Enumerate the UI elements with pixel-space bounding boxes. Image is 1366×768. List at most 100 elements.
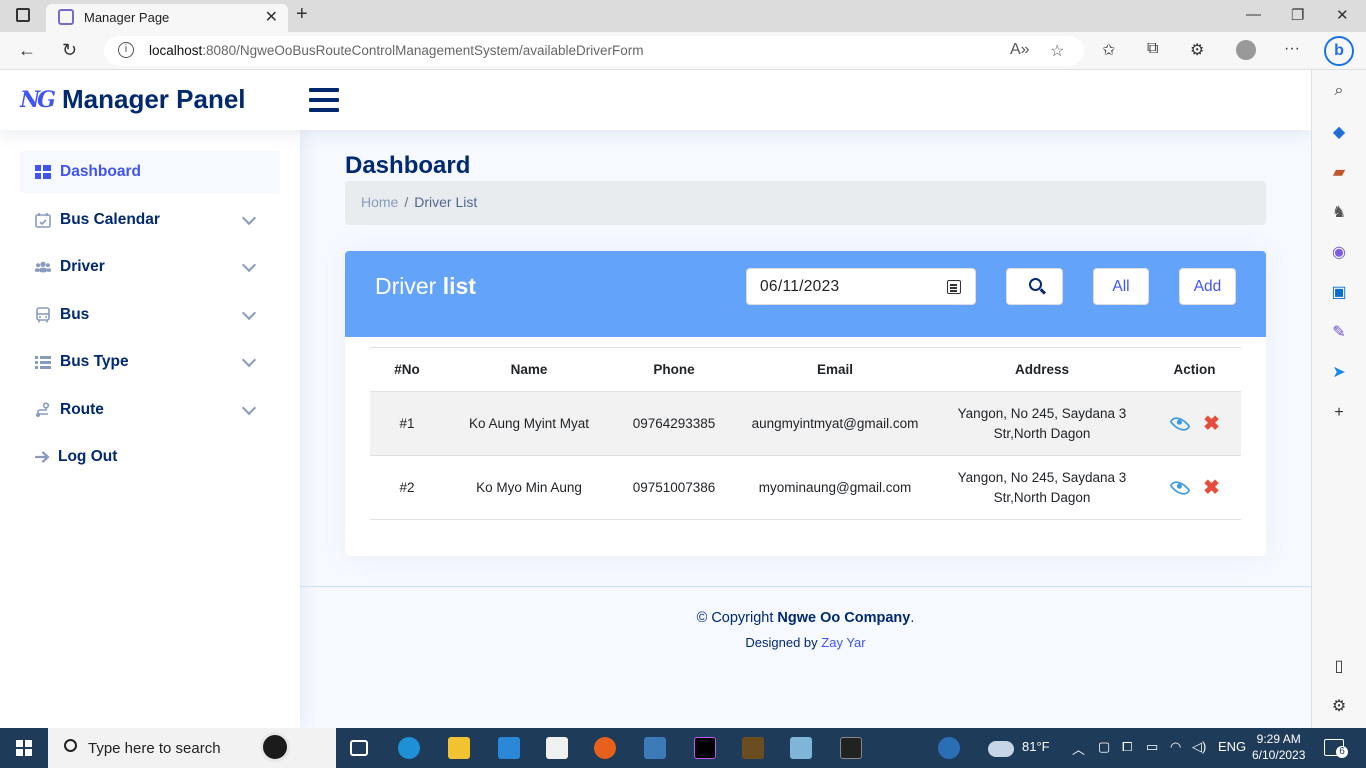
sidebar: Dashboard Bus Calendar Driver Bus Bus Ty…	[0, 130, 300, 728]
back-icon[interactable]: ←	[18, 40, 36, 61]
battery-icon[interactable]: ▭	[1146, 739, 1158, 755]
cell-address: Yangon, No 245, Saydana 3 Str,North Dago…	[936, 391, 1148, 456]
cell-name: Ko Myo Min Aung	[444, 455, 614, 520]
edge-sidebar: ⌕ ◆ ▰ ♞ ◉ ▣ ✎ ➤ + ▯ ⚙	[1311, 70, 1366, 728]
task-view-icon[interactable]	[350, 740, 368, 756]
tray-device-icon[interactable]: ▢	[1098, 739, 1110, 755]
settings-gear-icon[interactable]: ⚙	[1329, 696, 1349, 716]
column-header: Name	[444, 347, 614, 392]
sidebar-item-dashboard[interactable]: Dashboard	[20, 151, 280, 193]
sidebar-item-bus-calendar[interactable]: Bus Calendar	[20, 199, 280, 241]
add-sidebar-icon[interactable]: +	[1329, 404, 1349, 424]
view-eye-icon[interactable]	[1169, 476, 1191, 499]
footer-credits: Designed by Zay Yar	[745, 635, 866, 650]
window-close-icon[interactable]: ✕	[1336, 6, 1349, 24]
minimize-icon[interactable]: —	[1246, 6, 1261, 23]
help-icon[interactable]	[938, 737, 960, 759]
weather-temp[interactable]: 81°F	[1022, 739, 1050, 754]
designer-icon[interactable]: ✎	[1329, 322, 1349, 342]
date-field[interactable]: 06/11/2023	[746, 268, 976, 305]
bing-copilot-icon[interactable]: b	[1324, 36, 1354, 66]
grid-icon	[35, 165, 51, 179]
notification-badge: 6	[1336, 746, 1348, 758]
windows-start-icon[interactable]	[16, 740, 32, 756]
send-icon[interactable]: ➤	[1329, 362, 1349, 382]
info-icon[interactable]: i	[118, 42, 134, 58]
mail-icon[interactable]	[498, 737, 520, 759]
close-tab-icon[interactable]: ✕	[265, 7, 278, 27]
more-menu-icon[interactable]: ···	[1284, 40, 1300, 58]
firefox-icon[interactable]	[594, 737, 616, 759]
cell-no: #1	[370, 391, 444, 456]
sidebar-item-bus[interactable]: Bus	[20, 294, 280, 336]
python-icon[interactable]	[644, 737, 666, 759]
store-icon[interactable]	[546, 737, 568, 759]
add-button[interactable]: Add	[1179, 268, 1236, 305]
taskbar-search[interactable]: Type here to search	[48, 728, 336, 768]
volume-icon[interactable]: ◁)	[1192, 739, 1206, 755]
tab-actions-icon[interactable]	[16, 8, 30, 22]
intellij-icon[interactable]	[694, 737, 716, 759]
new-tab-icon[interactable]: +	[296, 3, 308, 26]
hamburger-menu-icon[interactable]	[309, 88, 339, 112]
breadcrumb-current: Driver List	[414, 194, 478, 210]
collections-icon[interactable]: ⧉	[1147, 40, 1158, 58]
read-aloud-icon[interactable]: A»	[1010, 41, 1030, 59]
delete-x-icon[interactable]: ✖	[1203, 414, 1220, 434]
sidebar-toggle-icon[interactable]: ▯	[1329, 656, 1349, 676]
soccer-ball-icon	[260, 732, 290, 762]
shopping-tag-icon[interactable]: ◆	[1329, 122, 1349, 142]
tab-title: Manager Page	[84, 10, 170, 25]
favorite-star-icon[interactable]: ☆	[1050, 41, 1064, 61]
calendar-picker-icon[interactable]	[947, 280, 961, 294]
taskbar: Type here to search 81°F ︿ ▢ ⧠ ▭ ◠ ◁) EN…	[0, 728, 1366, 768]
browser-tab[interactable]: Manager Page ✕	[46, 4, 288, 32]
refresh-icon[interactable]: ↻	[62, 40, 77, 61]
sidebar-item-logout[interactable]: Log Out	[20, 436, 280, 478]
terminal-icon[interactable]	[840, 737, 862, 759]
breadcrumb-home-link[interactable]: Home	[361, 194, 398, 210]
tray-chevron-up-icon[interactable]: ︿	[1072, 739, 1085, 758]
profile-avatar[interactable]	[1236, 40, 1256, 60]
clock-date: 6/10/2023	[1252, 748, 1306, 762]
sidebar-item-driver[interactable]: Driver	[20, 246, 280, 288]
search-button[interactable]	[1006, 268, 1063, 305]
delete-x-icon[interactable]: ✖	[1203, 478, 1220, 498]
footer-divider	[300, 586, 1311, 587]
tools-icon[interactable]: ▰	[1329, 162, 1349, 182]
card-header: Driver list 06/11/2023 All Add	[345, 251, 1266, 337]
sidebar-item-route[interactable]: Route	[20, 389, 280, 431]
chevron-down-icon	[241, 210, 257, 226]
games-icon[interactable]: ♞	[1329, 202, 1349, 222]
logo-mark[interactable]: NG	[20, 88, 56, 112]
search-icon[interactable]: ⌕	[1329, 82, 1349, 102]
designer-link[interactable]: Zay Yar	[821, 635, 865, 650]
breadcrumb: Home / Driver List	[345, 181, 1266, 225]
view-eye-icon[interactable]	[1169, 412, 1191, 435]
tray-display-icon[interactable]: ⧠	[1122, 739, 1132, 755]
weather-icon[interactable]	[988, 741, 1014, 757]
logo-title[interactable]: Manager Panel	[62, 84, 246, 115]
sidebar-item-bus-type[interactable]: Bus Type	[20, 341, 280, 383]
file-explorer-icon[interactable]	[448, 737, 470, 759]
wifi-icon[interactable]: ◠	[1170, 739, 1181, 755]
office-icon[interactable]: ◉	[1329, 242, 1349, 262]
language-indicator[interactable]: ENG	[1218, 739, 1246, 754]
address-bar[interactable]: i localhost:8080/NgweOoBusRouteControlMa…	[104, 36, 1084, 66]
url-text[interactable]: localhost:8080/NgweOoBusRouteControlMana…	[149, 43, 644, 58]
app-icon[interactable]	[742, 737, 764, 759]
all-button[interactable]: All	[1093, 268, 1149, 305]
clock[interactable]: 9:29 AM 6/10/2023	[1252, 731, 1305, 763]
table-row: #2 Ko Myo Min Aung 09751007386 myominaun…	[370, 455, 1241, 520]
table-row: #1 Ko Aung Myint Myat 09764293385 aungmy…	[370, 391, 1241, 456]
card-title: Driver list	[375, 273, 476, 299]
outlook-icon[interactable]: ▣	[1329, 282, 1349, 302]
chevron-down-icon	[241, 257, 257, 273]
edge-browser-icon[interactable]	[398, 737, 420, 759]
footer-copyright: © Copyright Ngwe Oo Company.	[696, 610, 915, 626]
restore-icon[interactable]: ❐	[1291, 6, 1304, 24]
extensions-icon[interactable]: ⚙	[1190, 40, 1204, 60]
notepad-icon[interactable]	[790, 737, 812, 759]
cell-address: Yangon, No 245, Saydana 3 Str,North Dago…	[936, 455, 1148, 520]
favorites-icon[interactable]: ✩	[1102, 40, 1115, 60]
